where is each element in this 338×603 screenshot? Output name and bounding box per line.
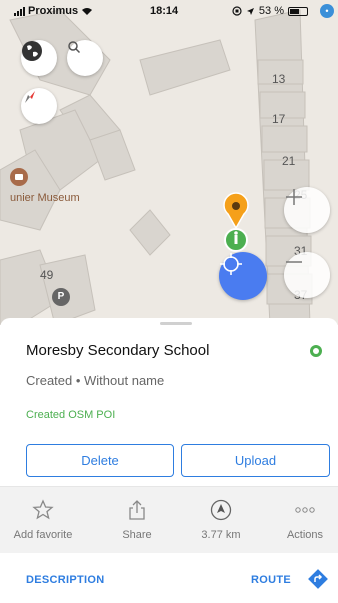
notification-badge-icon: • xyxy=(320,4,334,18)
map-layers-button[interactable] xyxy=(21,40,57,76)
poi-title: Moresby Secondary School xyxy=(26,342,210,359)
poi-status-dot-icon xyxy=(310,345,322,357)
location-target-icon xyxy=(220,253,242,275)
plus-icon xyxy=(286,189,302,205)
more-actions[interactable]: Actions xyxy=(270,487,338,553)
route-icon[interactable] xyxy=(308,569,328,589)
share-action[interactable]: Share xyxy=(102,487,172,553)
compass-icon xyxy=(210,499,232,521)
carrier-name: Proximus xyxy=(28,5,79,17)
parking-icon[interactable]: P xyxy=(52,288,70,306)
status-bar: Proximus 18:14 53 % • xyxy=(0,0,338,22)
share-icon xyxy=(129,500,145,520)
battery-icon xyxy=(288,6,308,16)
actions-bar: Add favorite Share 3.77 km Actions xyxy=(0,486,338,553)
zoom-in-button[interactable] xyxy=(284,187,330,233)
house-number: 13 xyxy=(272,72,286,86)
poi-subtitle: Created • Without name xyxy=(26,373,165,388)
carrier-group: Proximus xyxy=(14,5,93,17)
museum-label: unier Museum xyxy=(10,192,80,204)
house-number: 49 xyxy=(40,268,54,282)
search-button[interactable] xyxy=(67,40,103,76)
wifi-icon xyxy=(82,7,93,15)
my-location-button[interactable] xyxy=(219,252,267,300)
route-link[interactable]: ROUTE xyxy=(251,574,291,586)
house-number: 21 xyxy=(282,154,296,168)
status-right: 53 % xyxy=(232,5,308,17)
compass-needle-icon xyxy=(25,91,35,103)
minus-icon xyxy=(286,261,302,263)
sheet-grabber[interactable] xyxy=(160,322,192,325)
zoom-out-button[interactable] xyxy=(284,252,330,298)
location-arrow-icon xyxy=(246,7,254,15)
description-link[interactable]: DESCRIPTION xyxy=(26,574,104,586)
house-number: 17 xyxy=(272,112,286,126)
signal-icon xyxy=(14,6,25,16)
upload-button[interactable]: Upload xyxy=(181,444,330,477)
compass-button[interactable] xyxy=(21,88,57,124)
poi-marker[interactable] xyxy=(218,188,254,258)
distance-action[interactable]: 3.77 km xyxy=(186,487,256,553)
orientation-lock-icon xyxy=(232,6,242,16)
star-icon xyxy=(32,499,54,520)
add-favorite-action[interactable]: Add favorite xyxy=(8,487,78,553)
more-icon xyxy=(295,507,315,513)
add-favorite-label: Add favorite xyxy=(13,529,73,541)
share-label: Share xyxy=(122,529,152,541)
map-view[interactable]: 13 17 21 25 31 37 49 unier Museum P xyxy=(0,0,338,325)
distance-label: 3.77 km xyxy=(201,529,241,541)
globe-icon xyxy=(22,41,42,61)
museum-icon[interactable] xyxy=(10,168,28,186)
poi-status-text: Created OSM POI xyxy=(26,409,116,421)
actions-label: Actions xyxy=(286,529,324,541)
search-icon xyxy=(68,41,81,54)
poi-bottom-sheet: Moresby Secondary School Created • Witho… xyxy=(0,318,338,603)
battery-percent: 53 % xyxy=(258,5,284,17)
clock: 18:14 xyxy=(150,5,179,17)
delete-button[interactable]: Delete xyxy=(26,444,174,477)
